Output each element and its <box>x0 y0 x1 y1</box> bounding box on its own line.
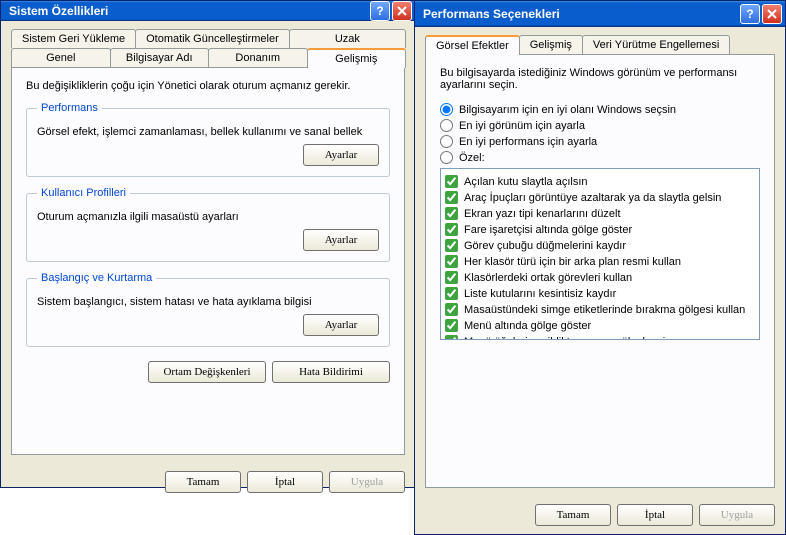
visual-effect-label: Ekran yazı tipi kenarlarını düzelt <box>464 208 621 220</box>
help-button[interactable]: ? <box>740 4 760 24</box>
window-content: Görsel Efektler Gelişmiş Veri Yürütme En… <box>415 27 785 496</box>
env-vars-button[interactable]: Ortam Değişkenleri <box>148 361 266 383</box>
visual-effect-checkbox[interactable] <box>445 239 458 252</box>
apply-button[interactable]: Uygula <box>699 504 775 526</box>
visual-effect-item[interactable]: Açılan kutu slaytla açılsın <box>445 175 755 188</box>
visual-effect-label: Her klasör türü için bir arka plan resmi… <box>464 256 681 268</box>
visual-effect-label: Menü altında gölge göster <box>464 320 591 332</box>
tab-visual-effects[interactable]: Görsel Efektler <box>425 35 520 55</box>
cancel-button[interactable]: İptal <box>617 504 693 526</box>
visual-effect-label: Menü öğeleri seçildikten sonra gölgelens… <box>464 336 671 341</box>
radio-label: En iyi performans için ayarla <box>459 136 597 148</box>
tab-advanced[interactable]: Gelişmiş <box>307 48 407 68</box>
radio-best-performance[interactable]: En iyi performans için ayarla <box>440 135 760 148</box>
titlebar[interactable]: Performans Seçenekleri ? <box>415 1 785 27</box>
ok-button[interactable]: Tamam <box>535 504 611 526</box>
startup-recovery-legend: Başlangıç ve Kurtarma <box>37 272 156 284</box>
visual-effect-item[interactable]: Fare işaretçisi altında gölge göster <box>445 223 755 236</box>
tab-dep[interactable]: Veri Yürütme Engellemesi <box>582 35 730 54</box>
visual-effect-label: Görev çubuğu düğmelerini kaydır <box>464 240 626 252</box>
window-content: Sistem Geri Yükleme Otomatik Güncelleşti… <box>1 21 415 463</box>
dialog-buttons: Tamam İptal Uygula <box>1 463 415 501</box>
visual-effect-checkbox[interactable] <box>445 191 458 204</box>
tabs-container: Sistem Geri Yükleme Otomatik Güncelleşti… <box>11 29 405 67</box>
radio-label: Özel: <box>459 152 485 164</box>
user-profiles-legend: Kullanıcı Profilleri <box>37 187 130 199</box>
visual-effect-item[interactable]: Klasörlerdeki ortak görevleri kullan <box>445 271 755 284</box>
radio-input-best-performance[interactable] <box>440 135 453 148</box>
tab-general[interactable]: Genel <box>11 48 111 67</box>
visual-effect-label: Liste kutularını kesintisiz kaydır <box>464 288 616 300</box>
performance-settings-button[interactable]: Ayarlar <box>303 144 379 166</box>
apply-button[interactable]: Uygula <box>329 471 405 493</box>
intro-text: Bu değişikliklerin çoğu için Yönetici ol… <box>26 80 390 92</box>
intro-text: Bu bilgisayarda istediğiniz Windows görü… <box>440 67 760 91</box>
user-profiles-desc: Oturum açmanızla ilgili masaüstü ayarlar… <box>37 211 379 223</box>
close-button[interactable] <box>762 4 782 24</box>
radio-custom[interactable]: Özel: <box>440 151 760 164</box>
visual-effect-checkbox[interactable] <box>445 175 458 188</box>
performance-group: Performans Görsel efekt, işlemci zamanla… <box>26 102 390 177</box>
visual-effect-label: Klasörlerdeki ortak görevleri kullan <box>464 272 632 284</box>
radio-let-windows[interactable]: Bilgisayarım için en iyi olanı Windows s… <box>440 103 760 116</box>
visual-effect-checkbox[interactable] <box>445 207 458 220</box>
visual-effect-item[interactable]: Ekran yazı tipi kenarlarını düzelt <box>445 207 755 220</box>
dialog-buttons: Tamam İptal Uygula <box>415 496 785 534</box>
window-title: Sistem Özellikleri <box>9 4 368 18</box>
startup-recovery-desc: Sistem başlangıcı, sistem hatası ve hata… <box>37 296 379 308</box>
visual-effect-item[interactable]: Menü öğeleri seçildikten sonra gölgelens… <box>445 335 755 340</box>
radio-input-best-appearance[interactable] <box>440 119 453 132</box>
visual-effect-item[interactable]: Liste kutularını kesintisiz kaydır <box>445 287 755 300</box>
performance-options-window: Performans Seçenekleri ? Görsel Efektler… <box>414 0 786 535</box>
visual-effect-item[interactable]: Her klasör türü için bir arka plan resmi… <box>445 255 755 268</box>
system-properties-window: Sistem Özellikleri ? Sistem Geri Yükleme… <box>0 0 416 488</box>
close-button[interactable] <box>392 1 412 21</box>
cancel-button[interactable]: İptal <box>247 471 323 493</box>
visual-effect-item[interactable]: Masaüstündeki simge etiketlerinde bırakm… <box>445 303 755 316</box>
tabs-container: Görsel Efektler Gelişmiş Veri Yürütme En… <box>425 35 775 54</box>
visual-effect-item[interactable]: Menü altında gölge göster <box>445 319 755 332</box>
performance-desc: Görsel efekt, işlemci zamanlaması, belle… <box>37 126 379 138</box>
visual-effects-list[interactable]: Açılan kutu slaytla açılsın Araç İpuçları… <box>440 168 760 340</box>
tab-hardware[interactable]: Donanım <box>208 48 308 67</box>
visual-effect-checkbox[interactable] <box>445 287 458 300</box>
visual-effect-item[interactable]: Araç İpuçları görüntüye azaltarak ya da … <box>445 191 755 204</box>
radio-label: Bilgisayarım için en iyi olanı Windows s… <box>459 104 676 116</box>
radio-best-appearance[interactable]: En iyi görünüm için ayarla <box>440 119 760 132</box>
help-button[interactable]: ? <box>370 1 390 21</box>
tab-advanced[interactable]: Gelişmiş <box>519 35 583 54</box>
tab-panel-advanced: Bu değişikliklerin çoğu için Yönetici ol… <box>11 67 405 455</box>
visual-effect-label: Araç İpuçları görüntüye azaltarak ya da … <box>464 192 721 204</box>
tab-remote[interactable]: Uzak <box>289 29 406 48</box>
visual-effect-label: Açılan kutu slaytla açılsın <box>464 176 588 188</box>
visual-effect-label: Fare işaretçisi altında gölge göster <box>464 224 632 236</box>
visual-effect-checkbox[interactable] <box>445 303 458 316</box>
visual-effect-checkbox[interactable] <box>445 319 458 332</box>
tab-computer-name[interactable]: Bilgisayar Adı <box>110 48 210 67</box>
user-profiles-settings-button[interactable]: Ayarlar <box>303 229 379 251</box>
radio-input-custom[interactable] <box>440 151 453 164</box>
titlebar[interactable]: Sistem Özellikleri ? <box>1 1 415 21</box>
visual-effect-item[interactable]: Görev çubuğu düğmelerini kaydır <box>445 239 755 252</box>
user-profiles-group: Kullanıcı Profilleri Oturum açmanızla il… <box>26 187 390 262</box>
ok-button[interactable]: Tamam <box>165 471 241 493</box>
visual-effect-checkbox[interactable] <box>445 223 458 236</box>
startup-recovery-settings-button[interactable]: Ayarlar <box>303 314 379 336</box>
performance-legend: Performans <box>37 102 102 114</box>
tab-panel-visual-effects: Bu bilgisayarda istediğiniz Windows görü… <box>425 54 775 488</box>
visual-effect-checkbox[interactable] <box>445 335 458 340</box>
tab-system-restore[interactable]: Sistem Geri Yükleme <box>11 29 136 48</box>
window-title: Performans Seçenekleri <box>423 7 738 21</box>
tab-auto-updates[interactable]: Otomatik Güncelleştirmeler <box>135 29 290 48</box>
startup-recovery-group: Başlangıç ve Kurtarma Sistem başlangıcı,… <box>26 272 390 347</box>
radio-input-let-windows[interactable] <box>440 103 453 116</box>
visual-effect-checkbox[interactable] <box>445 271 458 284</box>
error-report-button[interactable]: Hata Bildirimi <box>272 361 390 383</box>
visual-effect-checkbox[interactable] <box>445 255 458 268</box>
radio-label: En iyi görünüm için ayarla <box>459 120 585 132</box>
visual-effect-label: Masaüstündeki simge etiketlerinde bırakm… <box>464 304 745 316</box>
